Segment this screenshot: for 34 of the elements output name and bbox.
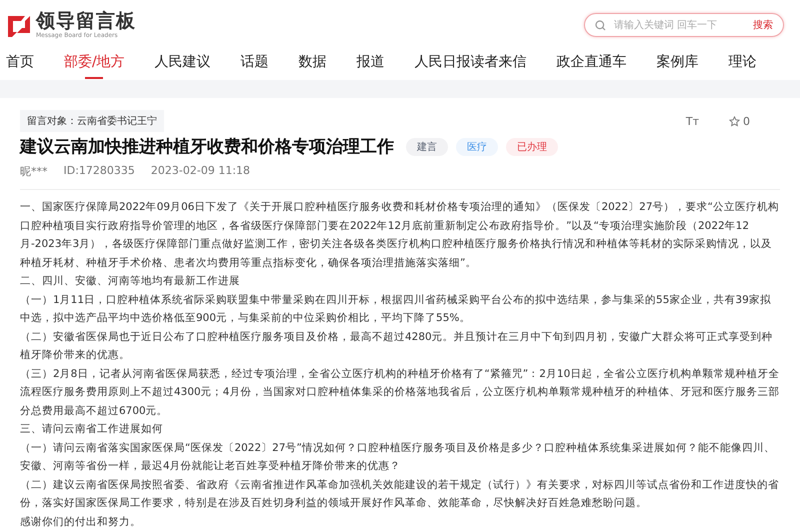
font-size-button[interactable]: Tт xyxy=(686,114,699,128)
message-title: 建议云南加快推进种植牙收费和价格专项治理工作 xyxy=(20,136,394,158)
message-paragraph: 二、四川、安徽、河南等地均有最新工作进展 xyxy=(20,274,241,289)
nav-tab[interactable]: 人民建议 xyxy=(154,47,211,77)
message-paragraph: （二）建议云南省医保局按照省委、省政府《云南省推进作风革命加强机关效能建设的若干规定（试行）》有关要求，对标四川等试点省份和工作进度快的省份，落实好国家医保局工作要求，特别是在涉及百姓切身利益的领域开展好作风革命、效能革命，尽快解决好百姓急难愁盼问题。 xyxy=(20,478,780,511)
category-tag: 建言 xyxy=(406,138,448,156)
category-tag: 已办理 xyxy=(506,138,558,156)
nav-tab[interactable]: 报道 xyxy=(356,47,385,77)
nav-tab[interactable]: 人民日报读者来信 xyxy=(414,47,527,77)
nav-tab[interactable]: 政企直通车 xyxy=(556,47,627,77)
message-paragraph: 感谢你们的付出和努力。 xyxy=(20,514,142,529)
logo-title: 领导留言板 xyxy=(36,11,136,32)
message-paragraph: （一）请问云南省落实国家医保局“医保发〔2022〕27号”情况如何？口腔种植医疗服务项目及价格是多少？口腔种植体系统集采进展如何？能不能像四川、安徽、河南等省份一样，最迟4月份就能让老百姓享受种植牙降价带来的优惠？ xyxy=(20,440,776,474)
category-tag: 医疗 xyxy=(456,138,498,156)
nav-tab[interactable]: 案例库 xyxy=(656,47,699,77)
author-name: 昵*** xyxy=(20,164,48,179)
message-paragraph: （三）2月8日，记者从河南省医保局获悉，经过专项治理，全省公立医疗机构的种植牙价格有了“紧箍咒”：2月10日起，全省公立医疗机构单颗常规种植牙全流程医疗服务费用原则上不超过4300元；4月份，当国家对口腔种植体集采的价格落地我省后，公立医疗机构单颗常规种植牙的种植体、牙冠和医疗服务三部分总费用最高不超过6700元。 xyxy=(20,366,780,418)
star-count: 0 xyxy=(743,114,750,128)
search-icon xyxy=(595,20,606,30)
nav-tab[interactable]: 理论 xyxy=(728,47,757,77)
search-button[interactable]: 搜索 xyxy=(753,18,773,32)
message-id: ID:17280335 xyxy=(64,164,135,179)
nav-tab[interactable]: 话题 xyxy=(240,47,269,77)
message-paragraph: （一）1月11日，口腔种植体系统省际采购联盟集中带量采购在四川开标，根据四川省药械采购平台公布的拟中选结果，参与集采的55家企业，共有39家拟中选，拟中选产品平均中选价格低至900元，与集采前的中位采购价相比，平均下降了55%。 xyxy=(20,292,772,326)
message-target: 留言对象：云南省委书记王宁 xyxy=(20,110,164,132)
message-paragraph: 一、国家医疗保障局2022年09月06日下发了《关于开展口腔种植医疗服务收费和耗材价格专项治理的通知》（医保发〔2022〕27号），要求“公立医疗机构口腔种植项目实行政府指导价管理的地区，各省级医疗保障部门要在2022年12月底前重新制定公布政府指导价。”以及“专项治理实施阶段（2022年12月-2023年3月），各级医疗保障部门重点做好监测工作，密切关注各级各类医疗机构口腔种植医疗服务价格执行情况和种植体等耗材的实际采购情况，以及种植牙耗材、种植牙手术价格、患者次均费用等重点指标变化，确保各项治理措施落实落细”。 xyxy=(20,200,780,270)
nav-tab[interactable]: 数据 xyxy=(298,47,327,77)
message-paragraph: （二）安徽省医保局也于近日公布了口腔种植医疗服务项目及价格，最高不超过4280元。并且预计在三月中下旬到四月初，安徽广大群众将可正式享受到种植牙降价带来的优惠。 xyxy=(20,330,774,363)
nav-tab[interactable]: 首页 xyxy=(6,47,34,77)
post-time: 2023-02-09 11:18 xyxy=(150,164,250,179)
nav-tab[interactable]: 部委/地方 xyxy=(64,47,125,77)
message-paragraph: 三、请问云南省工作进展如何 xyxy=(20,422,164,437)
star-icon[interactable] xyxy=(729,116,740,126)
search-field[interactable]: 请输入关键词 回车一下 搜索 xyxy=(584,13,784,37)
